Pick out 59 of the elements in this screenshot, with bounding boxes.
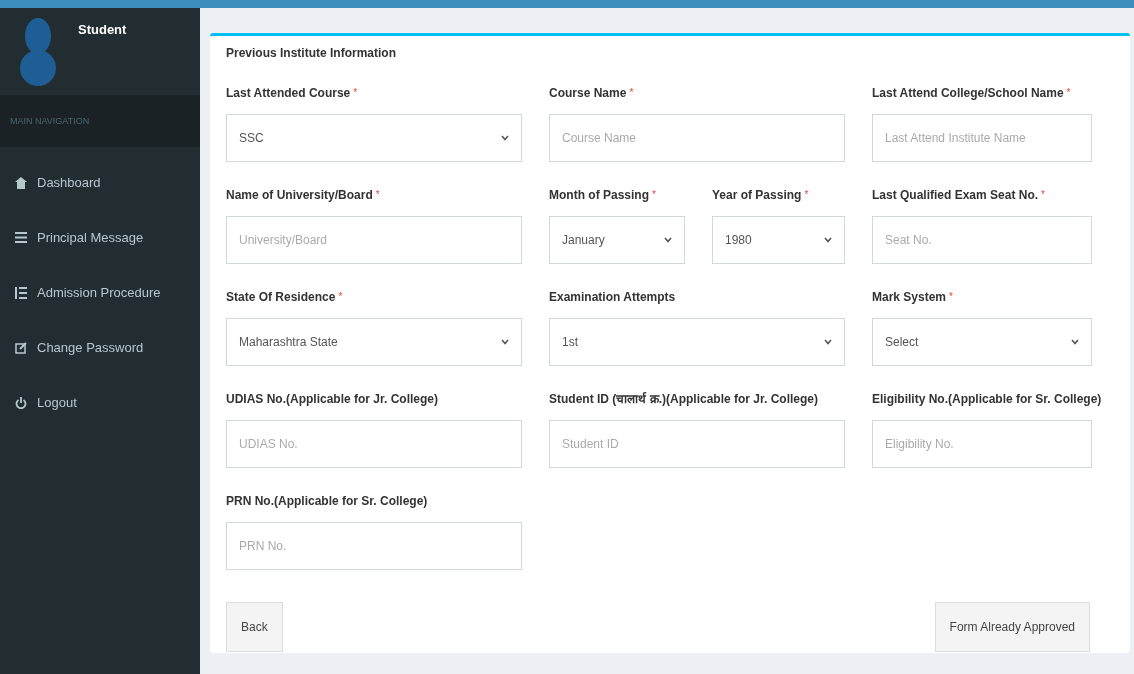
text-field[interactable]: Last Attend Institute Name bbox=[872, 114, 1092, 162]
section-title: Previous Institute Information bbox=[226, 46, 397, 60]
dropdown[interactable]: January bbox=[549, 216, 685, 264]
dropdown[interactable]: Maharashtra State bbox=[226, 318, 522, 366]
field-label: Course Name bbox=[549, 86, 627, 100]
chevron-down-icon bbox=[501, 135, 509, 141]
field-label: Student ID (चालार्थ क्र.)(Applicable for Jr. College) bbox=[549, 392, 818, 406]
field-label: Last Attend College/School Name bbox=[872, 86, 1064, 100]
nav-item[interactable]: Logout bbox=[0, 375, 200, 430]
field-label: Last Attended Course bbox=[226, 86, 351, 100]
required-mark: * bbox=[1041, 189, 1045, 200]
nav-item[interactable]: Principal Message bbox=[0, 210, 200, 265]
nav-header: MAIN NAVIGATION bbox=[10, 116, 90, 126]
dropdown[interactable]: Select bbox=[872, 318, 1092, 366]
text-field[interactable]: Eligibility No. bbox=[872, 420, 1092, 468]
field-label: Eligibility No.(Applicable for Sr. College) bbox=[872, 392, 1102, 406]
edit-icon bbox=[15, 341, 27, 354]
text-field[interactable]: University/Board bbox=[226, 216, 522, 264]
field-label: Mark System bbox=[872, 290, 947, 304]
text-field[interactable]: UDIAS No. bbox=[226, 420, 522, 468]
field-label: UDIAS No.(Applicable for Jr. College) bbox=[226, 392, 439, 406]
chevron-down-icon bbox=[824, 237, 832, 243]
text-field[interactable]: PRN No. bbox=[226, 522, 522, 570]
required-mark: * bbox=[1066, 87, 1071, 98]
nav-item[interactable]: Admission Procedure bbox=[0, 265, 200, 320]
required-mark: * bbox=[338, 291, 343, 302]
required-mark: * bbox=[652, 189, 656, 200]
chevron-down-icon bbox=[664, 237, 672, 243]
text-field[interactable]: Course Name bbox=[549, 114, 845, 162]
power-icon bbox=[15, 396, 27, 409]
field-label: Month of Passing bbox=[549, 188, 649, 202]
dropdown[interactable]: 1st bbox=[549, 318, 845, 366]
status-button[interactable]: Form Already Approved bbox=[934, 602, 1090, 652]
dropdown[interactable]: 1980 bbox=[712, 216, 845, 264]
field-label: PRN No.(Applicable for Sr. College) bbox=[226, 494, 428, 508]
field-label: Name of University/Board bbox=[226, 188, 373, 202]
dropdown[interactable]: SSC bbox=[226, 114, 522, 162]
chevron-down-icon bbox=[1071, 339, 1079, 345]
nav-item[interactable]: Change Password bbox=[0, 320, 200, 375]
back-button[interactable]: Back bbox=[226, 602, 283, 652]
required-mark: * bbox=[375, 189, 380, 200]
required-mark: * bbox=[949, 291, 953, 302]
required-mark: * bbox=[353, 87, 358, 98]
field-label: State Of Residence bbox=[226, 290, 336, 304]
field-label: Examination Attempts bbox=[549, 290, 676, 304]
text-field[interactable]: Seat No. bbox=[872, 216, 1092, 264]
user-name: Student bbox=[78, 22, 127, 39]
text-field[interactable]: Student ID bbox=[549, 420, 845, 468]
field-label: Last Qualified Exam Seat No. bbox=[872, 188, 1039, 202]
chevron-down-icon bbox=[501, 339, 509, 345]
required-mark: * bbox=[629, 87, 634, 98]
list-icon bbox=[15, 232, 27, 243]
indent-list-icon bbox=[15, 286, 27, 299]
dashboard-icon bbox=[15, 176, 27, 189]
field-label: Year of Passing bbox=[712, 188, 802, 202]
nav-item[interactable]: Dashboard bbox=[0, 155, 200, 210]
required-mark: * bbox=[804, 189, 809, 200]
chevron-down-icon bbox=[824, 339, 832, 345]
user-avatar-icon bbox=[20, 18, 56, 86]
